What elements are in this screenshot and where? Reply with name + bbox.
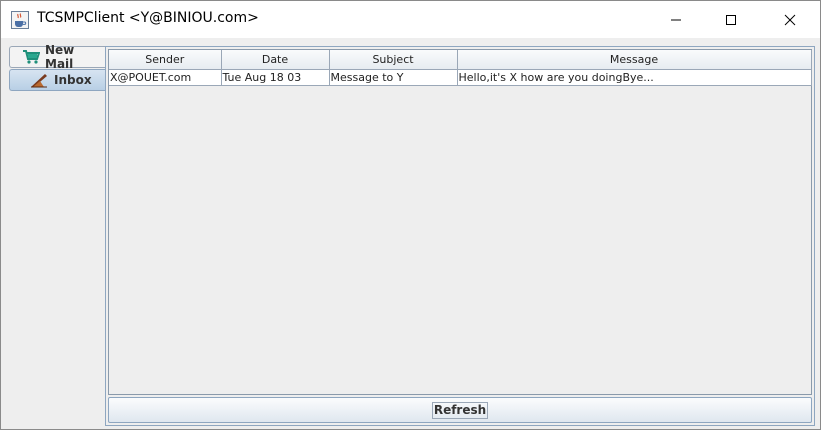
app-window: TCSMPClient <Y@BINIOU.com> New Mail Inbo… [0, 0, 821, 430]
window-title: TCSMPClient <Y@BINIOU.com> [37, 10, 259, 26]
column-header-date[interactable]: Date [221, 50, 330, 70]
table-row[interactable]: X@POUET.com Tue Aug 18 03 Message to Y H… [109, 69, 812, 86]
cart-icon [22, 49, 41, 65]
cell-message[interactable]: Hello,it's X how are you doingBye... [457, 69, 812, 86]
title-bar[interactable]: TCSMPClient <Y@BINIOU.com> [1, 1, 820, 38]
close-icon [784, 14, 796, 25]
tab-inbox-label: Inbox [54, 73, 92, 87]
minimize-icon [671, 19, 681, 20]
column-header-message[interactable]: Message [457, 50, 812, 70]
refresh-button[interactable]: Refresh [108, 397, 812, 423]
tab-inbox[interactable]: Inbox [9, 69, 106, 91]
cell-subject[interactable]: Message to Y [329, 69, 458, 86]
cell-sender[interactable]: X@POUET.com [109, 69, 222, 86]
close-button[interactable] [767, 1, 813, 38]
inbox-panel: Sender Date Subject Message X@POUET.com … [105, 46, 815, 426]
tab-new-mail-label: New Mail [45, 43, 75, 71]
column-header-sender[interactable]: Sender [109, 50, 222, 70]
cell-date[interactable]: Tue Aug 18 03 [221, 69, 330, 86]
mail-table: Sender Date Subject Message X@POUET.com … [109, 50, 812, 86]
java-cup-icon [11, 11, 29, 29]
mail-table-scrollpane: Sender Date Subject Message X@POUET.com … [108, 49, 812, 395]
maximize-button[interactable] [708, 1, 754, 38]
minimize-button[interactable] [653, 1, 699, 38]
table-header-row: Sender Date Subject Message [109, 50, 812, 70]
tab-new-mail[interactable]: New Mail [9, 43, 106, 71]
client-area: New Mail Inbox Sender Date Subject Messa… [1, 38, 820, 429]
column-header-subject[interactable]: Subject [329, 50, 458, 70]
refresh-button-label: Refresh [431, 401, 489, 419]
inbox-icon [30, 72, 48, 88]
maximize-icon [726, 14, 736, 25]
